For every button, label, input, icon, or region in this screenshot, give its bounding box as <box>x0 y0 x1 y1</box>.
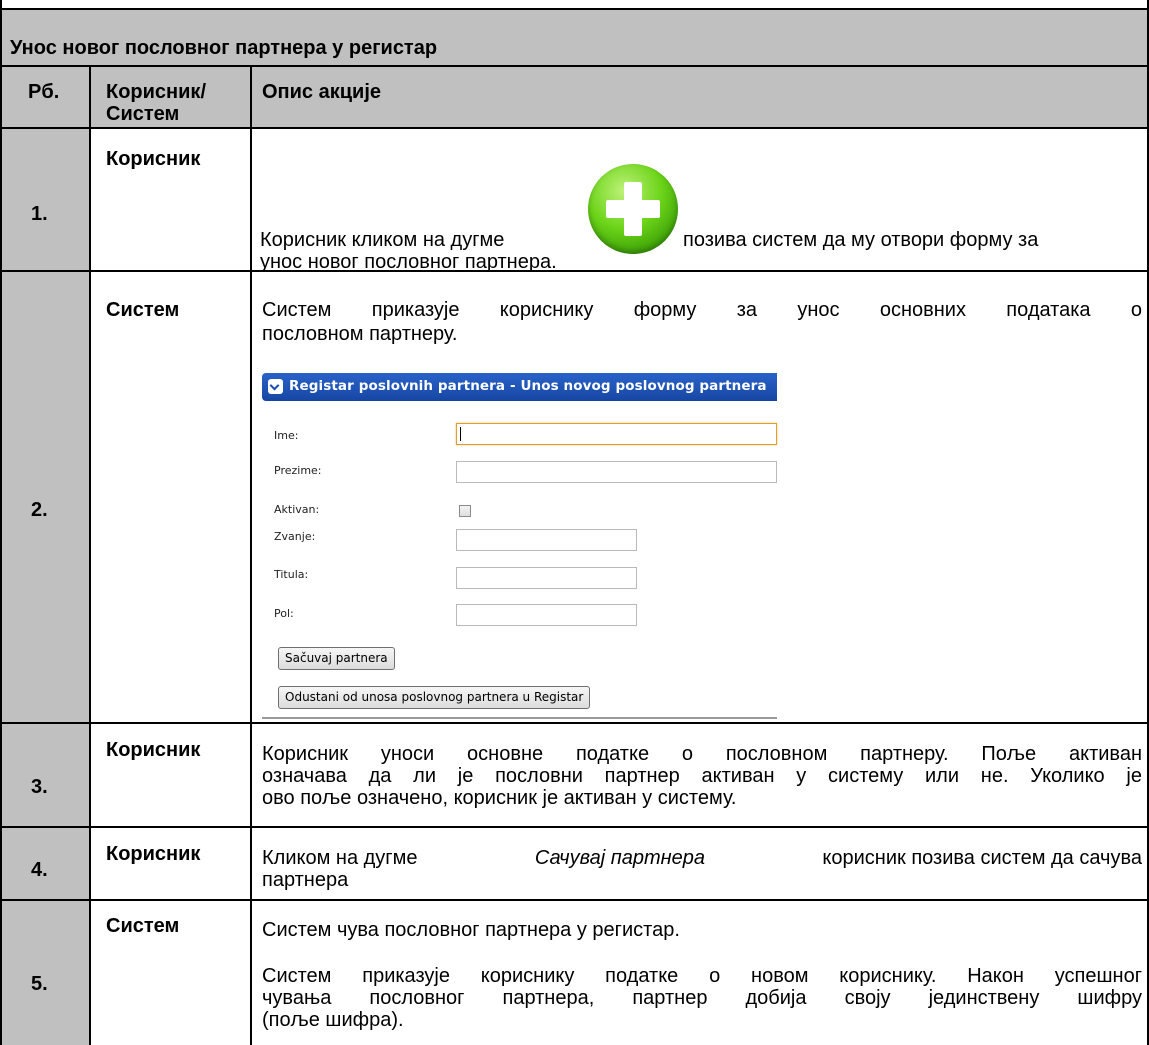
pol-input[interactable] <box>456 604 637 626</box>
titula-label: Titula: <box>274 568 309 581</box>
row-3-text-line1: Корисник уноси основне податке о пословн… <box>262 743 1142 765</box>
header-description: Опис акције <box>262 81 382 103</box>
row-5-actor: Систем <box>106 915 180 937</box>
header-actor-line2: Систем <box>106 103 180 125</box>
green-plus-icon[interactable] <box>588 164 678 254</box>
cancel-entry-button[interactable]: Odustani od unosa poslovnog partnera u R… <box>278 686 591 709</box>
row-2-divider <box>0 722 1149 724</box>
row-3-text-line2: означава да ли је пословни партнер актив… <box>262 765 1142 787</box>
prezime-label: Prezime: <box>274 464 322 477</box>
row-5-number: 5. <box>31 973 48 995</box>
aktivan-checkbox[interactable] <box>459 505 471 517</box>
row-4-actor: Корисник <box>106 843 201 865</box>
row-1-actor: Корисник <box>106 148 201 170</box>
ime-input[interactable] <box>456 423 777 445</box>
row-5-text-line2: чувања пословног партнера, партнер добиј… <box>262 987 1142 1009</box>
pol-label: Pol: <box>274 607 294 620</box>
row-3-actor: Корисник <box>106 739 201 761</box>
row-5-text-line3: (поље шифра). <box>262 1009 404 1031</box>
form-title: Registar poslovnih partnera - Unos novog… <box>289 378 767 394</box>
row-4-number: 4. <box>31 859 48 881</box>
row-3-divider <box>0 826 1149 828</box>
row-4-save-button-reference: Сачувај партнера <box>534 847 706 869</box>
ime-label: Ime: <box>274 429 299 442</box>
row-5-paragraph-1: Систем чува пословног партнера у региста… <box>262 919 680 941</box>
aktivan-label: Aktivan: <box>274 503 320 516</box>
header-row-divider <box>0 127 1149 129</box>
row-4-text-line1: Кликом на дугме Сачувај партнера корисни… <box>262 846 1142 870</box>
save-partner-button[interactable]: Sačuvaj partnera <box>278 647 395 670</box>
partner-entry-form: Registar poslovnih partnera - Unos novog… <box>262 371 777 720</box>
row-4-text-prefix: Кликом на дугме <box>262 847 418 869</box>
row-2-actor: Систем <box>106 299 180 321</box>
row-4-text-line2: партнера <box>262 869 349 891</box>
titula-input[interactable] <box>456 567 637 589</box>
table-title: Унос новог пословног партнера у регистар <box>10 37 438 59</box>
table-top-border <box>0 8 1149 10</box>
row-1-text-before-button: Корисник кликом на дугме <box>260 229 505 251</box>
collapse-chevron-icon[interactable] <box>268 379 283 394</box>
row-2-number: 2. <box>31 499 48 521</box>
row-2-text-line2: пословном партнеру. <box>262 323 458 345</box>
header-actor-line1: Корисник/ <box>106 81 206 103</box>
row-3-number: 3. <box>31 776 48 798</box>
row-1-number: 1. <box>31 203 48 225</box>
row-1-text-after-button: позива систем да му отвори форму за <box>683 229 1039 251</box>
form-bottom-border <box>262 717 777 719</box>
zvanje-label: Zvanje: <box>274 530 316 543</box>
zvanje-input[interactable] <box>456 529 637 551</box>
row-2-text-line1: Систем приказује кориснику форму за унос… <box>262 299 1142 321</box>
row-1-divider <box>0 270 1149 272</box>
form-header: Registar poslovnih partnera - Unos novog… <box>262 373 777 401</box>
row-5-text-line1: Систем приказује кориснику податке о нов… <box>262 965 1142 987</box>
column-divider-1 <box>89 65 91 1045</box>
column-divider-2 <box>250 65 252 1045</box>
row-3-text-line3: ово поље означено, корисник је активан у… <box>262 787 737 809</box>
row-4-text-suffix: корисник позива систем да сачува <box>822 847 1142 869</box>
title-row-divider <box>0 65 1149 67</box>
header-number: Рб. <box>28 81 60 103</box>
row-4-divider <box>0 899 1149 901</box>
row-1-text-line2: унос новог пословног партнера. <box>260 251 557 273</box>
prezime-input[interactable] <box>456 461 777 483</box>
